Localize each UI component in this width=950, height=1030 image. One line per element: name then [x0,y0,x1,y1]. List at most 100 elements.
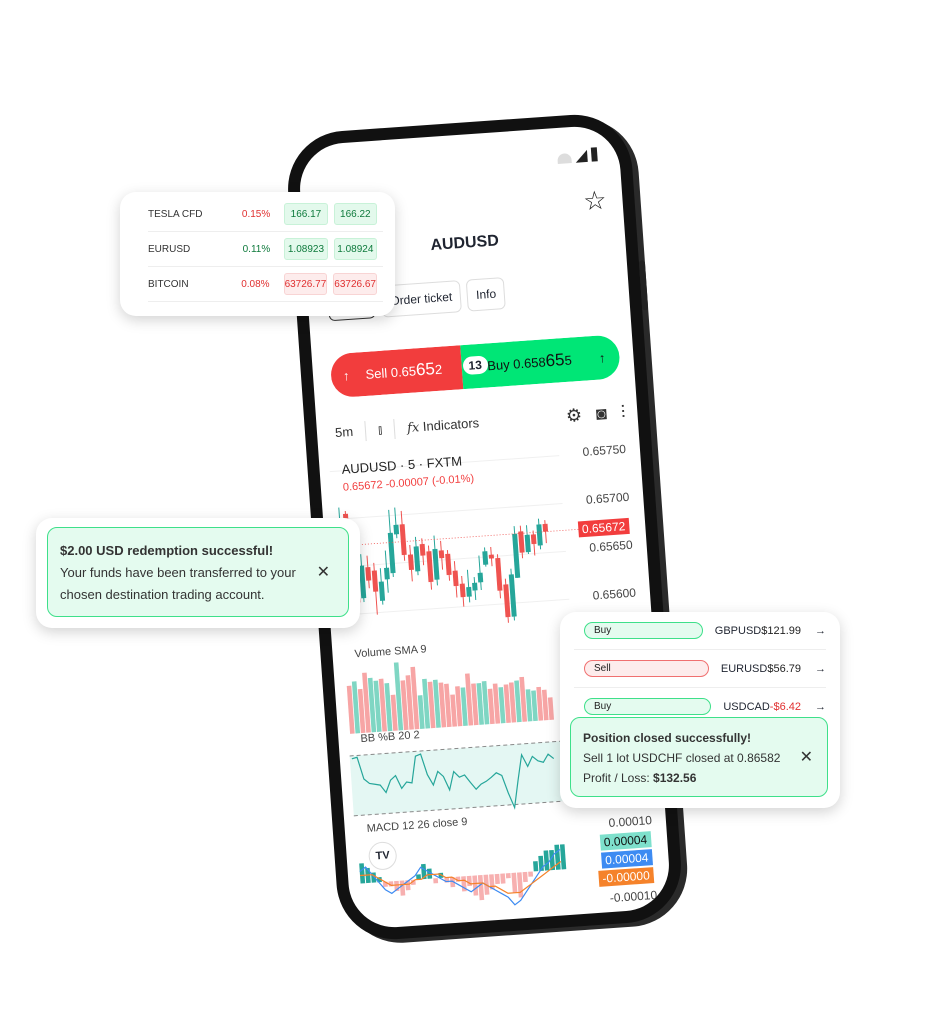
buy-price: Buy 0.658 [486,354,547,374]
change-percent: 0.08% [241,278,270,290]
side-badge: Buy [584,698,712,715]
trade-bar: ↑ Sell 0.65652 Buy 0.658655 ↑ 13 [329,334,621,399]
macd-histogram-bar [472,875,479,896]
volume-bar [541,689,549,721]
watchlist-row[interactable]: TESLA CFD 0.15% 166.17 166.22 [148,197,383,232]
position-row[interactable]: Buy GBPUSD $121.99 → [574,612,826,650]
candle [413,546,421,572]
macd-histogram-bar [533,861,539,872]
bid-price[interactable]: 63726.77 [283,273,328,295]
candle [445,553,452,576]
toast-title: $2.00 USD redemption successful! [60,543,274,558]
indicators-button[interactable]: fx Indicators [407,415,480,436]
camera-icon[interactable]: ◙ [595,403,607,425]
indicators-label: Indicators [422,414,480,434]
candles-icon[interactable]: ⫾ [377,421,382,437]
sell-price: Sell 0.65 [365,363,417,382]
macd-histogram-bar [494,873,500,885]
tab-info[interactable]: Info [466,277,507,312]
close-icon[interactable]: ✕ [317,562,330,584]
candle [371,570,379,592]
status-bar [557,147,598,164]
macd-histogram-bar [543,850,550,871]
gridline [336,550,566,568]
position-symbol: EURUSD [720,662,768,675]
macd-histogram-bar [516,872,524,898]
macd-histogram-bar [559,844,567,870]
redemption-card: $2.00 USD redemption successful! Your fu… [36,518,360,628]
symbol-name: EURUSD [148,243,191,255]
candle [452,570,459,587]
gridline [339,598,570,616]
candle [426,551,434,583]
candle [359,565,367,599]
arrow-right-icon[interactable]: → [815,663,826,675]
pl-label: Profit / Loss: [583,771,654,785]
macd-histogram-bar [466,875,472,887]
change-percent: 0.15% [241,208,271,220]
candle [432,548,440,580]
buy-price-small: 5 [564,352,573,368]
candle [524,534,531,553]
interval-selector[interactable]: 5m [335,424,354,440]
ask-price[interactable]: 166.22 [333,203,377,225]
candle [518,531,525,553]
candle [472,582,478,591]
buy-price-big: 65 [544,350,566,371]
arrow-right-icon[interactable]: → [815,701,826,713]
side-badge: Sell [584,660,709,677]
arrow-right-icon[interactable]: → [815,625,826,637]
divider [364,420,367,441]
sliders-icon[interactable]: ⫶ [620,402,626,423]
candle [477,572,484,583]
sell-button[interactable]: ↑ Sell 0.65652 [329,345,463,399]
watchlist-card: TESLA CFD 0.15% 166.17 166.22 EURUSD 0.11… [120,192,395,316]
candle [365,566,372,581]
candle [438,550,445,559]
bid-price[interactable]: 1.08923 [284,238,328,260]
favorite-star-icon[interactable]: ☆ [582,185,607,218]
symbol-name: BITCOIN [148,278,189,290]
close-icon[interactable]: ✕ [800,748,813,768]
volume-bar [531,690,538,722]
bb-band [349,739,594,816]
phone-side-button [638,260,649,311]
symbol-name: TESLA CFD [148,208,203,220]
ask-price[interactable]: 1.08924 [333,238,377,260]
divider [393,418,396,439]
watchlist-row[interactable]: EURUSD 0.11% 1.08923 1.08924 [148,232,383,267]
macd-histogram-bar [477,874,485,901]
volume-bar [547,697,555,720]
macd-histogram-bar [433,878,439,884]
settings-gear-icon[interactable]: ⚙ [565,405,583,427]
candle-wick [466,569,471,603]
candle [542,523,549,532]
position-pnl: -$6.42 [769,700,801,713]
bid-price[interactable]: 166.17 [284,203,328,225]
candle [387,532,396,574]
candle [393,524,400,535]
position-pnl: $121.99 [761,624,801,637]
wifi-icon [557,153,572,164]
candle [503,584,511,618]
position-row[interactable]: Sell EURUSD $56.79 → [574,650,826,688]
gridline [333,502,563,521]
ask-price[interactable]: 63726.67 [333,273,377,295]
candle [495,557,503,591]
macd-histogram-bar [528,871,534,877]
macd-histogram-bar [511,872,518,893]
candle [459,583,466,598]
toast-message: Sell 1 lot USDCHF closed at 0.86582 [583,751,781,765]
position-symbol: GBPUSD [714,624,762,637]
arrow-up-icon: ↑ [598,349,606,366]
toast-title: Position closed successfully! [583,731,752,745]
candle [466,586,472,597]
pl-value: $132.56 [653,771,697,785]
position-pnl: $56.79 [767,662,801,675]
arrow-up-icon: ↑ [342,367,351,383]
watchlist-row[interactable]: BITCOIN 0.08% 63726.77 63726.67 [148,267,383,302]
macd-histogram-bar [522,871,528,883]
last-price-line [334,528,580,547]
candle [399,524,407,556]
signal-icon [574,149,588,163]
